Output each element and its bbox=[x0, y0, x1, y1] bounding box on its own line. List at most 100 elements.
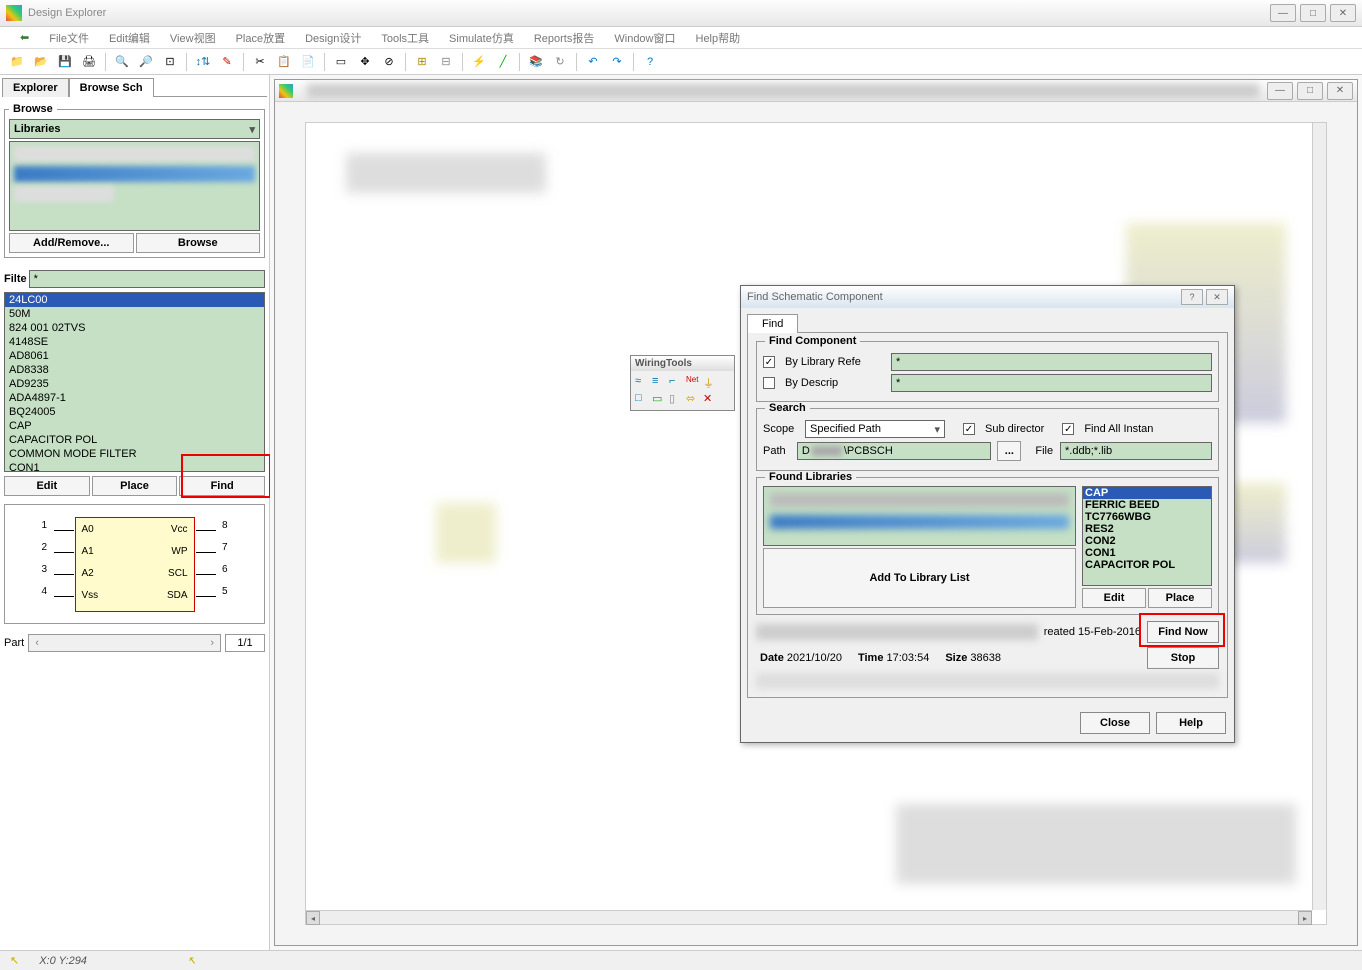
dialog-help-btn[interactable]: Help bbox=[1156, 712, 1226, 734]
list-item[interactable]: 824 001 02TVS bbox=[5, 321, 264, 335]
by-descrip-input[interactable] bbox=[891, 374, 1212, 392]
tool-zoom-in-icon[interactable]: 🔍 bbox=[111, 52, 133, 72]
tool-deselect-icon[interactable]: ⊘ bbox=[378, 52, 400, 72]
junction-icon[interactable]: ✕ bbox=[703, 392, 717, 406]
sheet-entry-icon[interactable]: ▯ bbox=[669, 392, 683, 406]
menu-help[interactable]: Help帮助 bbox=[688, 28, 749, 48]
tool-crossprobe-icon[interactable]: ✎ bbox=[216, 52, 238, 72]
found-libraries-list[interactable] bbox=[763, 486, 1076, 546]
dialog-close-btn[interactable]: Close bbox=[1080, 712, 1150, 734]
menu-window[interactable]: Window窗口 bbox=[606, 28, 683, 48]
scope-select[interactable]: Specified Path bbox=[805, 420, 945, 438]
part-icon[interactable]: □ bbox=[635, 392, 649, 406]
port-icon[interactable]: ⬄ bbox=[686, 392, 700, 406]
add-to-library-list-button[interactable]: Add To Library List bbox=[763, 548, 1076, 608]
path-browse-button[interactable]: ... bbox=[997, 441, 1021, 461]
tool-sheet-icon[interactable]: ⊟ bbox=[435, 52, 457, 72]
list-item[interactable]: CON1 bbox=[1083, 547, 1211, 559]
tool-copy-icon[interactable]: 📋 bbox=[273, 52, 295, 72]
power-port-icon[interactable]: ⏚ bbox=[703, 375, 717, 389]
wire-icon[interactable]: ≈ bbox=[635, 375, 649, 389]
sheet-symbol-icon[interactable]: ▭ bbox=[652, 392, 666, 406]
tool-power-icon[interactable]: ⚡ bbox=[468, 52, 490, 72]
tool-open-icon[interactable]: 📁 bbox=[6, 52, 28, 72]
found-components-list[interactable]: CAPFERRIC BEEDTC7766WBGRES2CON2CON1CAPAC… bbox=[1082, 486, 1212, 586]
list-item[interactable]: CAP bbox=[1083, 487, 1211, 499]
browse-button[interactable]: Browse bbox=[136, 233, 261, 253]
list-item[interactable]: RES2 bbox=[1083, 523, 1211, 535]
maximize-button[interactable]: □ bbox=[1300, 4, 1326, 22]
menu-design[interactable]: Design设计 bbox=[297, 28, 369, 48]
list-item[interactable]: 24LC00 bbox=[5, 293, 264, 307]
tool-annotate-icon[interactable]: ↻ bbox=[549, 52, 571, 72]
by-libref-input[interactable] bbox=[891, 353, 1212, 371]
tool-hierarchy-icon[interactable]: ↕⇅ bbox=[192, 52, 214, 72]
tool-move-icon[interactable]: ✥ bbox=[354, 52, 376, 72]
list-item[interactable]: BQ24005 bbox=[5, 405, 264, 419]
menu-view[interactable]: View视图 bbox=[162, 28, 224, 48]
menu-tools[interactable]: Tools工具 bbox=[373, 28, 437, 48]
menu-file[interactable]: File文件 bbox=[41, 28, 97, 48]
menu-place[interactable]: Place放置 bbox=[228, 28, 294, 48]
libraries-dropdown[interactable]: Libraries bbox=[9, 119, 260, 139]
tool-print-icon[interactable]: 🖨 bbox=[78, 52, 100, 72]
list-item[interactable]: AD8338 bbox=[5, 363, 264, 377]
tab-explorer[interactable]: Explorer bbox=[2, 78, 69, 97]
list-item[interactable]: CON1 bbox=[5, 461, 264, 472]
doc-close-button[interactable]: ✕ bbox=[1327, 82, 1353, 100]
tool-zoom-fit-icon[interactable]: ⊡ bbox=[159, 52, 181, 72]
library-list[interactable] bbox=[9, 141, 260, 231]
list-item[interactable]: CAPACITOR POL bbox=[1083, 559, 1211, 571]
find-dialog-title-bar[interactable]: Find Schematic Component ? ✕ bbox=[741, 286, 1234, 308]
tool-wire-icon[interactable]: ╱ bbox=[492, 52, 514, 72]
component-list[interactable]: 24LC0050M824 001 02TVS4148SEAD8061AD8338… bbox=[4, 292, 265, 472]
tool-save-icon[interactable]: 💾 bbox=[54, 52, 76, 72]
sub-dir-checkbox[interactable] bbox=[963, 423, 975, 435]
doc-minimize-button[interactable]: — bbox=[1267, 82, 1293, 100]
find-all-checkbox[interactable] bbox=[1062, 423, 1074, 435]
find-tab[interactable]: Find bbox=[747, 314, 798, 333]
stop-button[interactable]: Stop bbox=[1147, 647, 1219, 669]
list-item[interactable]: TC7766WBG bbox=[1083, 511, 1211, 523]
found-place-button[interactable]: Place bbox=[1148, 588, 1212, 608]
filter-input[interactable] bbox=[29, 270, 265, 288]
path-input[interactable]: D \PCBSCH bbox=[797, 442, 991, 460]
list-item[interactable]: COMMON MODE FILTER bbox=[5, 447, 264, 461]
list-item[interactable]: ADA4897-1 bbox=[5, 391, 264, 405]
tool-redo-icon[interactable]: ↷ bbox=[606, 52, 628, 72]
tool-help-icon[interactable]: ? bbox=[639, 52, 661, 72]
bus-icon[interactable]: ≡ bbox=[652, 375, 666, 389]
find-button[interactable]: Find bbox=[179, 476, 265, 496]
wiring-tools-toolbar[interactable]: WiringTools ≈ ≡ ⌐ Net ⏚ □ ▭ ▯ ⬄ ✕ bbox=[630, 355, 735, 411]
by-libref-checkbox[interactable] bbox=[763, 356, 775, 368]
menu-simulate[interactable]: Simulate仿真 bbox=[441, 28, 522, 48]
close-button[interactable]: ✕ bbox=[1330, 4, 1356, 22]
list-item[interactable]: 4148SE bbox=[5, 335, 264, 349]
menu-edit[interactable]: Edit编辑 bbox=[101, 28, 158, 48]
list-item[interactable]: CAP bbox=[5, 419, 264, 433]
bus-entry-icon[interactable]: ⌐ bbox=[669, 375, 683, 389]
list-item[interactable]: CAPACITOR POL bbox=[5, 433, 264, 447]
tool-cut-icon[interactable]: ✂ bbox=[249, 52, 271, 72]
tab-browse-sch[interactable]: Browse Sch bbox=[69, 78, 154, 97]
tool-folder-icon[interactable]: 📂 bbox=[30, 52, 52, 72]
files-input[interactable] bbox=[1060, 442, 1212, 460]
list-item[interactable]: AD9235 bbox=[5, 377, 264, 391]
tool-component-icon[interactable]: ⊞ bbox=[411, 52, 433, 72]
place-button[interactable]: Place bbox=[92, 476, 178, 496]
find-now-button[interactable]: Find Now bbox=[1147, 621, 1219, 643]
list-item[interactable]: FERRIC BEED bbox=[1083, 499, 1211, 511]
list-item[interactable]: 50M bbox=[5, 307, 264, 321]
doc-maximize-button[interactable]: □ bbox=[1297, 82, 1323, 100]
tool-select-icon[interactable]: ▭ bbox=[330, 52, 352, 72]
doc-vscroll[interactable] bbox=[1312, 123, 1326, 910]
dialog-help-button[interactable]: ? bbox=[1181, 289, 1203, 305]
menu-reports[interactable]: Reports报告 bbox=[526, 28, 603, 48]
tool-paste-icon[interactable]: 📄 bbox=[297, 52, 319, 72]
back-arrow-icon[interactable]: ⬅ bbox=[20, 31, 29, 44]
by-descrip-checkbox[interactable] bbox=[763, 377, 775, 389]
edit-button[interactable]: Edit bbox=[4, 476, 90, 496]
part-scroller[interactable]: ‹› bbox=[28, 634, 221, 652]
doc-hscroll[interactable]: ◂▸ bbox=[306, 910, 1312, 924]
found-edit-button[interactable]: Edit bbox=[1082, 588, 1146, 608]
